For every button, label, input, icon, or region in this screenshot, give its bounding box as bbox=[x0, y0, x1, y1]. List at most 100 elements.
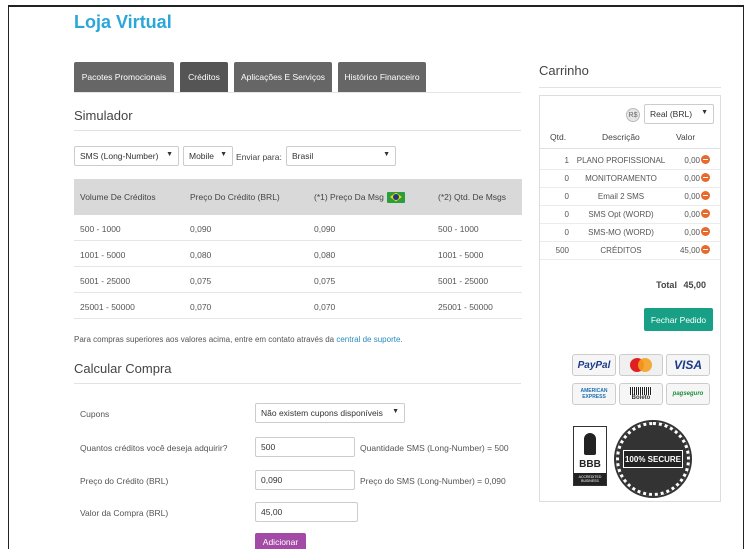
cart-item-value: 0,00 bbox=[684, 156, 700, 165]
cart-item: 0 MONITORAMENTO 0,00 bbox=[540, 170, 720, 188]
currency-select[interactable]: Real (BRL) ▼ bbox=[644, 104, 714, 124]
col-header-volume: Volume De Créditos bbox=[80, 192, 156, 202]
cart-item-qty: 0 bbox=[564, 192, 569, 201]
col-header-msg-price: (*1) Preço Da Msg bbox=[314, 191, 438, 203]
cart-item-desc: PLANO PROFISSIONAL bbox=[576, 156, 666, 165]
cell-msg-price: 0,080 bbox=[314, 249, 336, 260]
add-button[interactable]: Adicionar bbox=[255, 533, 306, 549]
visa-text: VISA bbox=[673, 358, 702, 372]
cell-price: 0,075 bbox=[190, 275, 212, 286]
bbb-torch-icon bbox=[584, 433, 596, 455]
cell-msg-price: 0,070 bbox=[314, 301, 336, 312]
cell-qty: 25001 - 50000 bbox=[438, 301, 493, 312]
cart-item-desc: SMS-MO (WORD) bbox=[588, 228, 654, 237]
col-header-price: Preço Do Crédito (BRL) bbox=[190, 192, 280, 202]
cart-title: Carrinho bbox=[539, 63, 589, 78]
remove-icon[interactable] bbox=[701, 173, 710, 182]
coupons-select[interactable]: Não existem cupons disponíveis ▼ bbox=[255, 403, 405, 423]
secure-seal: 100% SECURE bbox=[614, 420, 692, 498]
cart-item-value: 0,00 bbox=[684, 192, 700, 201]
remove-icon[interactable] bbox=[701, 209, 710, 218]
total-label: Valor da Compra (BRL) bbox=[80, 508, 169, 518]
qty-label: Quantos créditos você deseja adquirir? bbox=[80, 443, 228, 453]
pagseguro-logo: pagseguro bbox=[666, 383, 710, 405]
cart-item: 1 PLANO PROFISSIONAL 0,00 bbox=[540, 152, 720, 170]
tab-aplicacoes-servicos[interactable]: Aplicações E Serviços bbox=[234, 62, 332, 92]
price-label: Preço do Crédito (BRL) bbox=[80, 476, 169, 486]
cart-item-value: 0,00 bbox=[684, 228, 700, 237]
country-select[interactable]: Brasil ▼ bbox=[286, 146, 396, 166]
remove-icon[interactable] bbox=[701, 245, 710, 254]
bbb-text: BBB bbox=[579, 459, 601, 470]
cart-col-desc: Descrição bbox=[602, 132, 640, 142]
support-note-text: Para compras superiores aos valores acim… bbox=[74, 335, 335, 344]
cart-total-value: 45,00 bbox=[683, 280, 706, 290]
product-select-value: SMS (Long-Number) bbox=[80, 151, 159, 161]
coupons-select-value: Não existem cupons disponíveis bbox=[261, 408, 383, 418]
cart-item: 0 Email 2 SMS 0,00 bbox=[540, 188, 720, 206]
cart-item-value: 0,00 bbox=[684, 210, 700, 219]
tab-historico-financeiro[interactable]: Histórico Financeiro bbox=[338, 62, 426, 92]
cell-msg-price: 0,090 bbox=[314, 223, 336, 234]
channel-select[interactable]: Mobile ▼ bbox=[183, 146, 233, 166]
price-note: Preço do SMS (Long-Number) = 0,090 bbox=[360, 476, 506, 486]
chevron-down-icon: ▼ bbox=[701, 109, 708, 116]
simulator-title: Simulador bbox=[74, 108, 133, 123]
table-row: 25001 - 50000 0,070 0,070 25001 - 50000 bbox=[74, 295, 522, 319]
currency-icon: R$ bbox=[626, 108, 640, 122]
cart-item-desc: Email 2 SMS bbox=[597, 192, 645, 201]
amex-text: AMERICAN EXPRESS bbox=[580, 388, 608, 400]
country-select-value: Brasil bbox=[292, 151, 314, 161]
visa-logo: VISA bbox=[666, 354, 710, 376]
total-input[interactable]: 45,00 bbox=[255, 502, 358, 522]
cell-price: 0,090 bbox=[190, 223, 212, 234]
cell-qty: 1001 - 5000 bbox=[438, 249, 484, 260]
cart-item: 500 CRÉDITOS 45,00 bbox=[540, 242, 720, 260]
qty-note: Quantidade SMS (Long-Number) = 500 bbox=[360, 443, 509, 453]
cell-qty: 500 - 1000 bbox=[438, 223, 479, 234]
table-header: Volume De Créditos Preço Do Crédito (BRL… bbox=[74, 179, 522, 215]
cart-item: 0 SMS Opt (WORD) 0,00 bbox=[540, 206, 720, 224]
chevron-down-icon: ▼ bbox=[166, 151, 173, 158]
chevron-down-icon: ▼ bbox=[383, 151, 390, 158]
support-link[interactable]: central de suporte. bbox=[336, 335, 402, 344]
product-select[interactable]: SMS (Long-Number) ▼ bbox=[74, 146, 179, 166]
cell-volume: 25001 - 50000 bbox=[80, 301, 135, 312]
checkout-button[interactable]: Fechar Pedido bbox=[644, 308, 713, 331]
col-header-msg-price-label: (*1) Preço Da Msg bbox=[314, 192, 384, 202]
qty-input[interactable]: 500 bbox=[255, 437, 355, 457]
cart-item: 0 SMS-MO (WORD) 0,00 bbox=[540, 224, 720, 242]
coupons-label: Cupons bbox=[80, 409, 110, 419]
send-to-label: Enviar para: bbox=[236, 152, 282, 162]
cell-volume: 5001 - 25000 bbox=[80, 275, 131, 286]
price-input[interactable]: 0,090 bbox=[255, 470, 355, 490]
cart-item-desc: MONITORAMENTO bbox=[585, 174, 657, 183]
tab-pacotes-promocionais[interactable]: Pacotes Promocionais bbox=[74, 62, 174, 92]
cart-item-qty: 0 bbox=[564, 174, 569, 183]
tab-creditos[interactable]: Créditos bbox=[180, 62, 228, 92]
support-note: Para compras superiores aos valores acim… bbox=[74, 335, 403, 344]
bbb-seal: BBB ACCREDITED BUSINESS bbox=[573, 426, 607, 486]
currency-select-value: Real (BRL) bbox=[650, 109, 693, 119]
cart-col-qty: Qtd. bbox=[550, 132, 567, 142]
cart-divider bbox=[539, 87, 721, 88]
cart-item-value: 45,00 bbox=[679, 246, 700, 255]
cell-price: 0,070 bbox=[190, 301, 212, 312]
col-header-qty: (*2) Qtd. De Msgs bbox=[438, 192, 507, 202]
paypal-text: PayPal bbox=[577, 359, 611, 371]
cart-header-line bbox=[540, 148, 720, 149]
pagseguro-text: pagseguro bbox=[672, 391, 704, 397]
remove-icon[interactable] bbox=[701, 155, 710, 164]
price-table: Volume De Créditos Preço Do Crédito (BRL… bbox=[74, 179, 522, 319]
cell-volume: 1001 - 5000 bbox=[80, 249, 126, 260]
cart-item-qty: 0 bbox=[564, 228, 569, 237]
calc-divider bbox=[74, 383, 521, 384]
remove-icon[interactable] bbox=[701, 191, 710, 200]
cart-item-desc: SMS Opt (WORD) bbox=[588, 210, 654, 219]
tab-underline bbox=[74, 92, 521, 93]
cart-panel: R$ Real (BRL) ▼ Qtd. Descrição Valor 1 P… bbox=[539, 95, 721, 502]
cart-item-qty: 0 bbox=[564, 210, 569, 219]
boleto-text: Boleto bbox=[631, 395, 651, 401]
amex-logo: AMERICAN EXPRESS bbox=[572, 383, 616, 405]
remove-icon[interactable] bbox=[701, 227, 710, 236]
